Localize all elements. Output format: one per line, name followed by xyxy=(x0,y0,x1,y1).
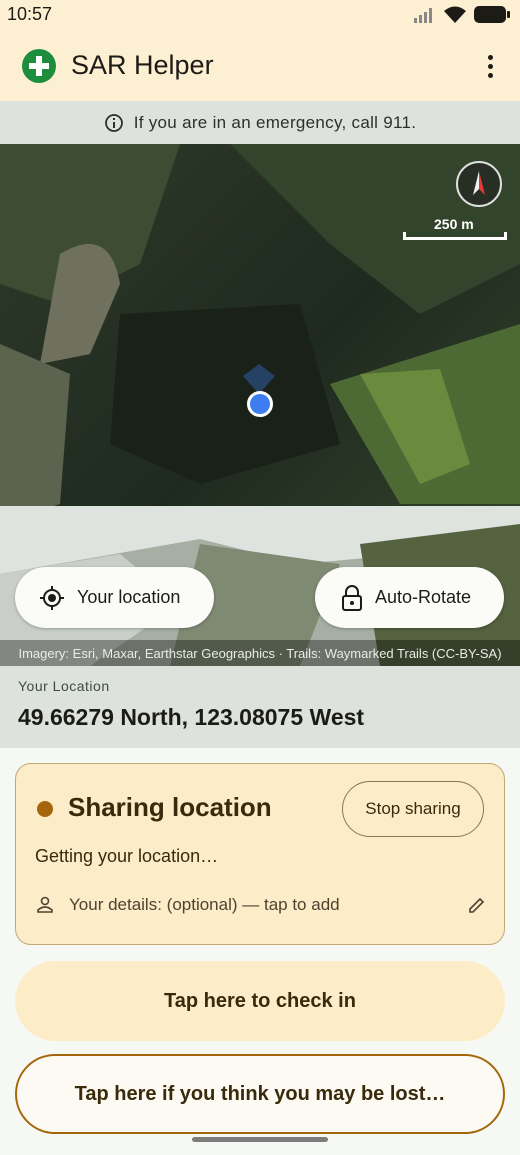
check-in-button[interactable]: Tap here to check in xyxy=(15,961,505,1041)
your-details-row[interactable]: Your details: (optional) — tap to add xyxy=(35,892,487,918)
auto-rotate-label: Auto-Rotate xyxy=(375,587,472,607)
battery-icon xyxy=(474,6,510,23)
my-location-icon xyxy=(40,585,64,610)
app-logo-cross-icon xyxy=(22,49,56,83)
status-time: 10:57 xyxy=(7,4,53,24)
compass-icon[interactable] xyxy=(456,161,502,207)
may-be-lost-button[interactable]: Tap here if you think you may be lost… xyxy=(15,1054,505,1134)
app-title: SAR Helper xyxy=(71,50,214,80)
your-details-text: Your details: (optional) — tap to add xyxy=(69,895,340,914)
map-attribution: Imagery: Esri, Maxar, Earthstar Geograph… xyxy=(0,640,520,666)
map-scale-bar xyxy=(403,232,507,240)
auto-rotate-button[interactable]: Auto-Rotate xyxy=(315,567,504,628)
your-location-button[interactable]: Your location xyxy=(15,567,214,628)
status-icons xyxy=(414,6,510,23)
wifi-icon xyxy=(444,6,466,23)
map-scale-label: 250 m xyxy=(434,216,474,232)
coordinates-value: 49.66279 North, 123.08075 West xyxy=(18,704,365,730)
coordinates-label: Your Location xyxy=(18,678,110,694)
emergency-banner: If you are in an emergency, call 911. xyxy=(0,101,520,144)
info-icon xyxy=(104,113,123,132)
home-indicator[interactable] xyxy=(192,1137,328,1142)
lock-icon xyxy=(342,584,362,611)
sharing-status-dot xyxy=(37,801,53,817)
emergency-banner-text: If you are in an emergency, call 911. xyxy=(133,112,417,132)
person-icon xyxy=(37,896,53,913)
signal-icon xyxy=(414,7,432,23)
location-status-text: Getting your location… xyxy=(35,846,219,866)
edit-icon[interactable] xyxy=(467,895,487,915)
your-location-label: Your location xyxy=(77,587,181,607)
sharing-title: Sharing location xyxy=(68,792,272,822)
more-vert-icon[interactable] xyxy=(472,50,508,82)
stop-sharing-button[interactable]: Stop sharing xyxy=(342,781,484,837)
current-location-dot xyxy=(247,391,273,417)
